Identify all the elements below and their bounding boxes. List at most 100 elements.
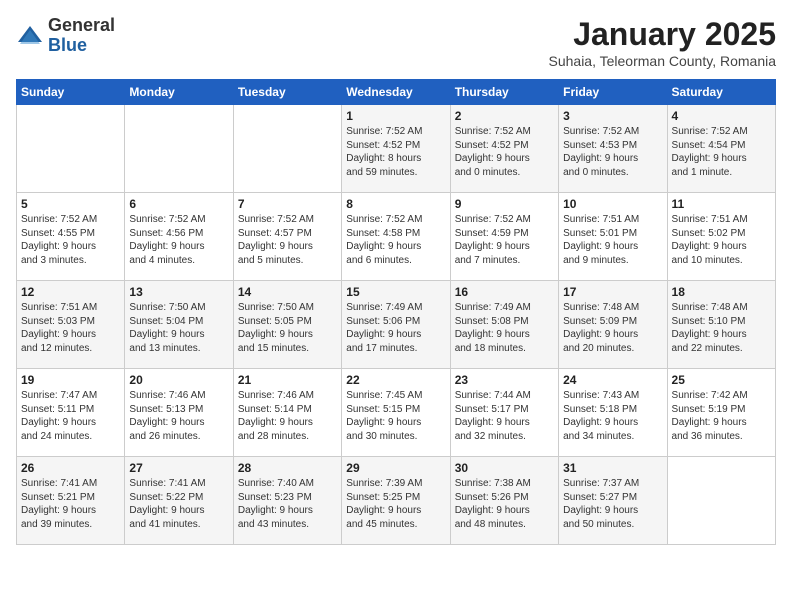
day-info: Sunrise: 7:48 AM Sunset: 5:10 PM Dayligh…: [672, 301, 771, 355]
day-info: Sunrise: 7:38 AM Sunset: 5:26 PM Dayligh…: [455, 477, 554, 531]
day-info: Sunrise: 7:46 AM Sunset: 5:14 PM Dayligh…: [238, 389, 337, 443]
location-subtitle: Suhaia, Teleorman County, Romania: [549, 53, 777, 69]
day-header-sunday: Sunday: [17, 80, 125, 105]
day-number: 30: [455, 461, 554, 475]
calendar-cell: [667, 457, 775, 545]
day-number: 5: [21, 197, 120, 211]
day-info: Sunrise: 7:52 AM Sunset: 4:54 PM Dayligh…: [672, 125, 771, 179]
day-number: 24: [563, 373, 662, 387]
calendar-cell: 15 Sunrise: 7:49 AM Sunset: 5:06 PM Dayli…: [342, 281, 450, 369]
day-info: Sunrise: 7:52 AM Sunset: 4:53 PM Dayligh…: [563, 125, 662, 179]
calendar-cell: 3 Sunrise: 7:52 AM Sunset: 4:53 PM Daylig…: [559, 105, 667, 193]
day-info: Sunrise: 7:39 AM Sunset: 5:25 PM Dayligh…: [346, 477, 445, 531]
day-info: Sunrise: 7:42 AM Sunset: 5:19 PM Dayligh…: [672, 389, 771, 443]
calendar-cell: 22Sunrise: 7:45 AM Sunset: 5:15 PM Dayli…: [342, 369, 450, 457]
day-info: Sunrise: 7:52 AM Sunset: 4:59 PM Dayligh…: [455, 213, 554, 267]
day-info: Sunrise: 7:52 AM Sunset: 4:58 PM Dayligh…: [346, 213, 445, 267]
calendar-cell: 6Sunrise: 7:52 AM Sunset: 4:56 PM Daylig…: [125, 193, 233, 281]
week-row-0: 1Sunrise: 7:52 AM Sunset: 4:52 PM Daylig…: [17, 105, 776, 193]
day-header-thursday: Thursday: [450, 80, 558, 105]
calendar-cell: 19 Sunrise: 7:47 AM Sunset: 5:11 PM Dayli…: [17, 369, 125, 457]
day-number: 7: [238, 197, 337, 211]
page-header: General Blue January 2025 Suhaia, Teleor…: [16, 16, 776, 69]
day-number: 13: [129, 285, 228, 299]
day-info: Sunrise: 7:51 AM Sunset: 5:03 PM Dayligh…: [21, 301, 120, 355]
day-number: 21: [238, 373, 337, 387]
day-number: 2: [455, 109, 554, 123]
calendar-cell: [233, 105, 341, 193]
calendar-cell: 27 Sunrise: 7:41 AM Sunset: 5:22 PM Dayli…: [125, 457, 233, 545]
calendar-cell: 20 Sunrise: 7:46 AM Sunset: 5:13 PM Dayli…: [125, 369, 233, 457]
calendar-cell: 11Sunrise: 7:51 AM Sunset: 5:02 PM Dayli…: [667, 193, 775, 281]
day-number: 20: [129, 373, 228, 387]
day-number: 25: [672, 373, 771, 387]
calendar-cell: 4 Sunrise: 7:52 AM Sunset: 4:54 PM Daylig…: [667, 105, 775, 193]
day-info: Sunrise: 7:52 AM Sunset: 4:52 PM Dayligh…: [455, 125, 554, 179]
calendar-cell: [125, 105, 233, 193]
calendar-cell: 2 Sunrise: 7:52 AM Sunset: 4:52 PM Daylig…: [450, 105, 558, 193]
calendar-cell: 24 Sunrise: 7:43 AM Sunset: 5:18 PM Dayli…: [559, 369, 667, 457]
day-number: 18: [672, 285, 771, 299]
week-row-4: 26 Sunrise: 7:41 AM Sunset: 5:21 PM Dayli…: [17, 457, 776, 545]
calendar-cell: 9 Sunrise: 7:52 AM Sunset: 4:59 PM Daylig…: [450, 193, 558, 281]
week-row-3: 19 Sunrise: 7:47 AM Sunset: 5:11 PM Dayli…: [17, 369, 776, 457]
title-block: January 2025 Suhaia, Teleorman County, R…: [549, 16, 777, 69]
day-header-friday: Friday: [559, 80, 667, 105]
day-header-monday: Monday: [125, 80, 233, 105]
week-row-1: 5 Sunrise: 7:52 AM Sunset: 4:55 PM Daylig…: [17, 193, 776, 281]
calendar-header: SundayMondayTuesdayWednesdayThursdayFrid…: [17, 80, 776, 105]
day-number: 16: [455, 285, 554, 299]
logo-icon: [16, 22, 44, 50]
day-header-tuesday: Tuesday: [233, 80, 341, 105]
calendar-cell: 18 Sunrise: 7:48 AM Sunset: 5:10 PM Dayli…: [667, 281, 775, 369]
day-number: 14: [238, 285, 337, 299]
calendar-cell: 31Sunrise: 7:37 AM Sunset: 5:27 PM Dayli…: [559, 457, 667, 545]
day-info: Sunrise: 7:52 AM Sunset: 4:56 PM Dayligh…: [129, 213, 228, 267]
day-number: 15: [346, 285, 445, 299]
day-number: 3: [563, 109, 662, 123]
calendar-body: 1Sunrise: 7:52 AM Sunset: 4:52 PM Daylig…: [17, 105, 776, 545]
day-info: Sunrise: 7:52 AM Sunset: 4:57 PM Dayligh…: [238, 213, 337, 267]
month-title: January 2025: [549, 16, 777, 53]
day-info: Sunrise: 7:43 AM Sunset: 5:18 PM Dayligh…: [563, 389, 662, 443]
day-number: 22: [346, 373, 445, 387]
day-number: 19: [21, 373, 120, 387]
day-info: Sunrise: 7:41 AM Sunset: 5:22 PM Dayligh…: [129, 477, 228, 531]
calendar-cell: 13 Sunrise: 7:50 AM Sunset: 5:04 PM Dayli…: [125, 281, 233, 369]
day-info: Sunrise: 7:52 AM Sunset: 4:55 PM Dayligh…: [21, 213, 120, 267]
day-number: 4: [672, 109, 771, 123]
calendar-cell: 17Sunrise: 7:48 AM Sunset: 5:09 PM Dayli…: [559, 281, 667, 369]
day-info: Sunrise: 7:46 AM Sunset: 5:13 PM Dayligh…: [129, 389, 228, 443]
day-info: Sunrise: 7:49 AM Sunset: 5:08 PM Dayligh…: [455, 301, 554, 355]
day-number: 8: [346, 197, 445, 211]
day-number: 26: [21, 461, 120, 475]
day-header-saturday: Saturday: [667, 80, 775, 105]
calendar-cell: [17, 105, 125, 193]
day-info: Sunrise: 7:51 AM Sunset: 5:02 PM Dayligh…: [672, 213, 771, 267]
calendar-cell: 14 Sunrise: 7:50 AM Sunset: 5:05 PM Dayli…: [233, 281, 341, 369]
day-info: Sunrise: 7:50 AM Sunset: 5:04 PM Dayligh…: [129, 301, 228, 355]
day-number: 10: [563, 197, 662, 211]
calendar-cell: 30 Sunrise: 7:38 AM Sunset: 5:26 PM Dayli…: [450, 457, 558, 545]
calendar-cell: 16 Sunrise: 7:49 AM Sunset: 5:08 PM Dayli…: [450, 281, 558, 369]
day-header-wednesday: Wednesday: [342, 80, 450, 105]
calendar-cell: 29Sunrise: 7:39 AM Sunset: 5:25 PM Dayli…: [342, 457, 450, 545]
day-info: Sunrise: 7:44 AM Sunset: 5:17 PM Dayligh…: [455, 389, 554, 443]
logo: General Blue: [16, 16, 115, 56]
day-number: 23: [455, 373, 554, 387]
day-number: 27: [129, 461, 228, 475]
day-info: Sunrise: 7:41 AM Sunset: 5:21 PM Dayligh…: [21, 477, 120, 531]
days-of-week-row: SundayMondayTuesdayWednesdayThursdayFrid…: [17, 80, 776, 105]
day-info: Sunrise: 7:37 AM Sunset: 5:27 PM Dayligh…: [563, 477, 662, 531]
day-info: Sunrise: 7:49 AM Sunset: 5:06 PM Dayligh…: [346, 301, 445, 355]
day-info: Sunrise: 7:50 AM Sunset: 5:05 PM Dayligh…: [238, 301, 337, 355]
calendar-cell: 10Sunrise: 7:51 AM Sunset: 5:01 PM Dayli…: [559, 193, 667, 281]
day-number: 28: [238, 461, 337, 475]
day-info: Sunrise: 7:47 AM Sunset: 5:11 PM Dayligh…: [21, 389, 120, 443]
day-info: Sunrise: 7:52 AM Sunset: 4:52 PM Dayligh…: [346, 125, 445, 179]
day-info: Sunrise: 7:48 AM Sunset: 5:09 PM Dayligh…: [563, 301, 662, 355]
calendar-cell: 21 Sunrise: 7:46 AM Sunset: 5:14 PM Dayli…: [233, 369, 341, 457]
day-number: 12: [21, 285, 120, 299]
day-number: 9: [455, 197, 554, 211]
calendar-cell: 25 Sunrise: 7:42 AM Sunset: 5:19 PM Dayli…: [667, 369, 775, 457]
